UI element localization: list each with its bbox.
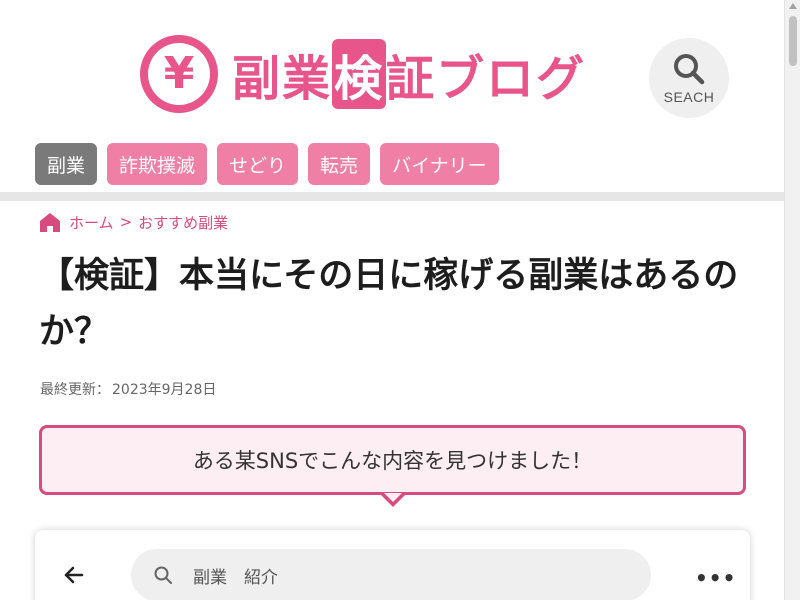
breadcrumb-home-link[interactable]: ホーム [69,212,114,233]
nav-item-sagi-bokumetsu[interactable]: 詐欺撲滅 [107,143,208,185]
search-button[interactable]: SEACH [649,38,729,118]
nav-item-fukugyo[interactable]: 副業 [35,143,98,185]
nav-item-binary[interactable]: バイナリー [380,143,499,185]
yen-symbol: ¥ [148,43,210,105]
breadcrumb: ホーム > おすすめ副業 [39,211,228,233]
search-icon [674,54,705,85]
nav-item-tenbai[interactable]: 転売 [308,143,371,185]
last-updated-date: 2023年9月28日 [112,382,217,398]
search-button-label: SEACH [663,89,715,105]
scroll-up-arrow-icon[interactable] [789,3,797,9]
yen-coin-icon: ¥ [140,35,218,113]
sns-search-icon [154,566,172,584]
scroll-thumb[interactable] [789,16,797,66]
site-title-part1: 副業 [232,51,333,107]
sns-search-text: 副業 紹介 [193,567,278,588]
sns-screenshot-card: 副業 紹介 ••• [35,530,750,600]
scrollbar[interactable] [784,0,800,600]
more-horizontal-icon[interactable]: ••• [695,566,736,590]
site-header: ¥ 副業 検 証ブログ SEACH [0,0,784,135]
site-logo[interactable]: ¥ 副業 検 証ブログ [140,34,586,114]
breadcrumb-separator: > [119,213,133,231]
nav-item-sedori[interactable]: せどり [217,143,299,185]
category-nav: 副業 詐欺撲滅 せどり 転売 バイナリー [35,143,499,185]
site-title-highlight: 検 [332,39,387,109]
speech-tail-inner [384,493,402,502]
site-title-part2: 証ブログ [386,51,587,107]
page-title: 【検証】本当にその日に稼げる副業はあるのか？ [39,256,739,352]
header-divider [0,192,784,201]
last-updated-label: 最終更新： [40,382,110,398]
home-icon[interactable] [39,211,61,233]
site-title: 副業 検 証ブログ [232,39,586,109]
last-updated: 最終更新： 2023年9月28日 [40,379,216,399]
speech-text: ある某SNSでこんな内容を見つけました！ [192,449,593,473]
speech-box: ある某SNSでこんな内容を見つけました！ [39,425,746,495]
sns-search-bar[interactable]: 副業 紹介 [131,549,651,600]
arrow-left-icon[interactable] [63,564,85,586]
breadcrumb-category-link[interactable]: おすすめ副業 [138,212,228,233]
